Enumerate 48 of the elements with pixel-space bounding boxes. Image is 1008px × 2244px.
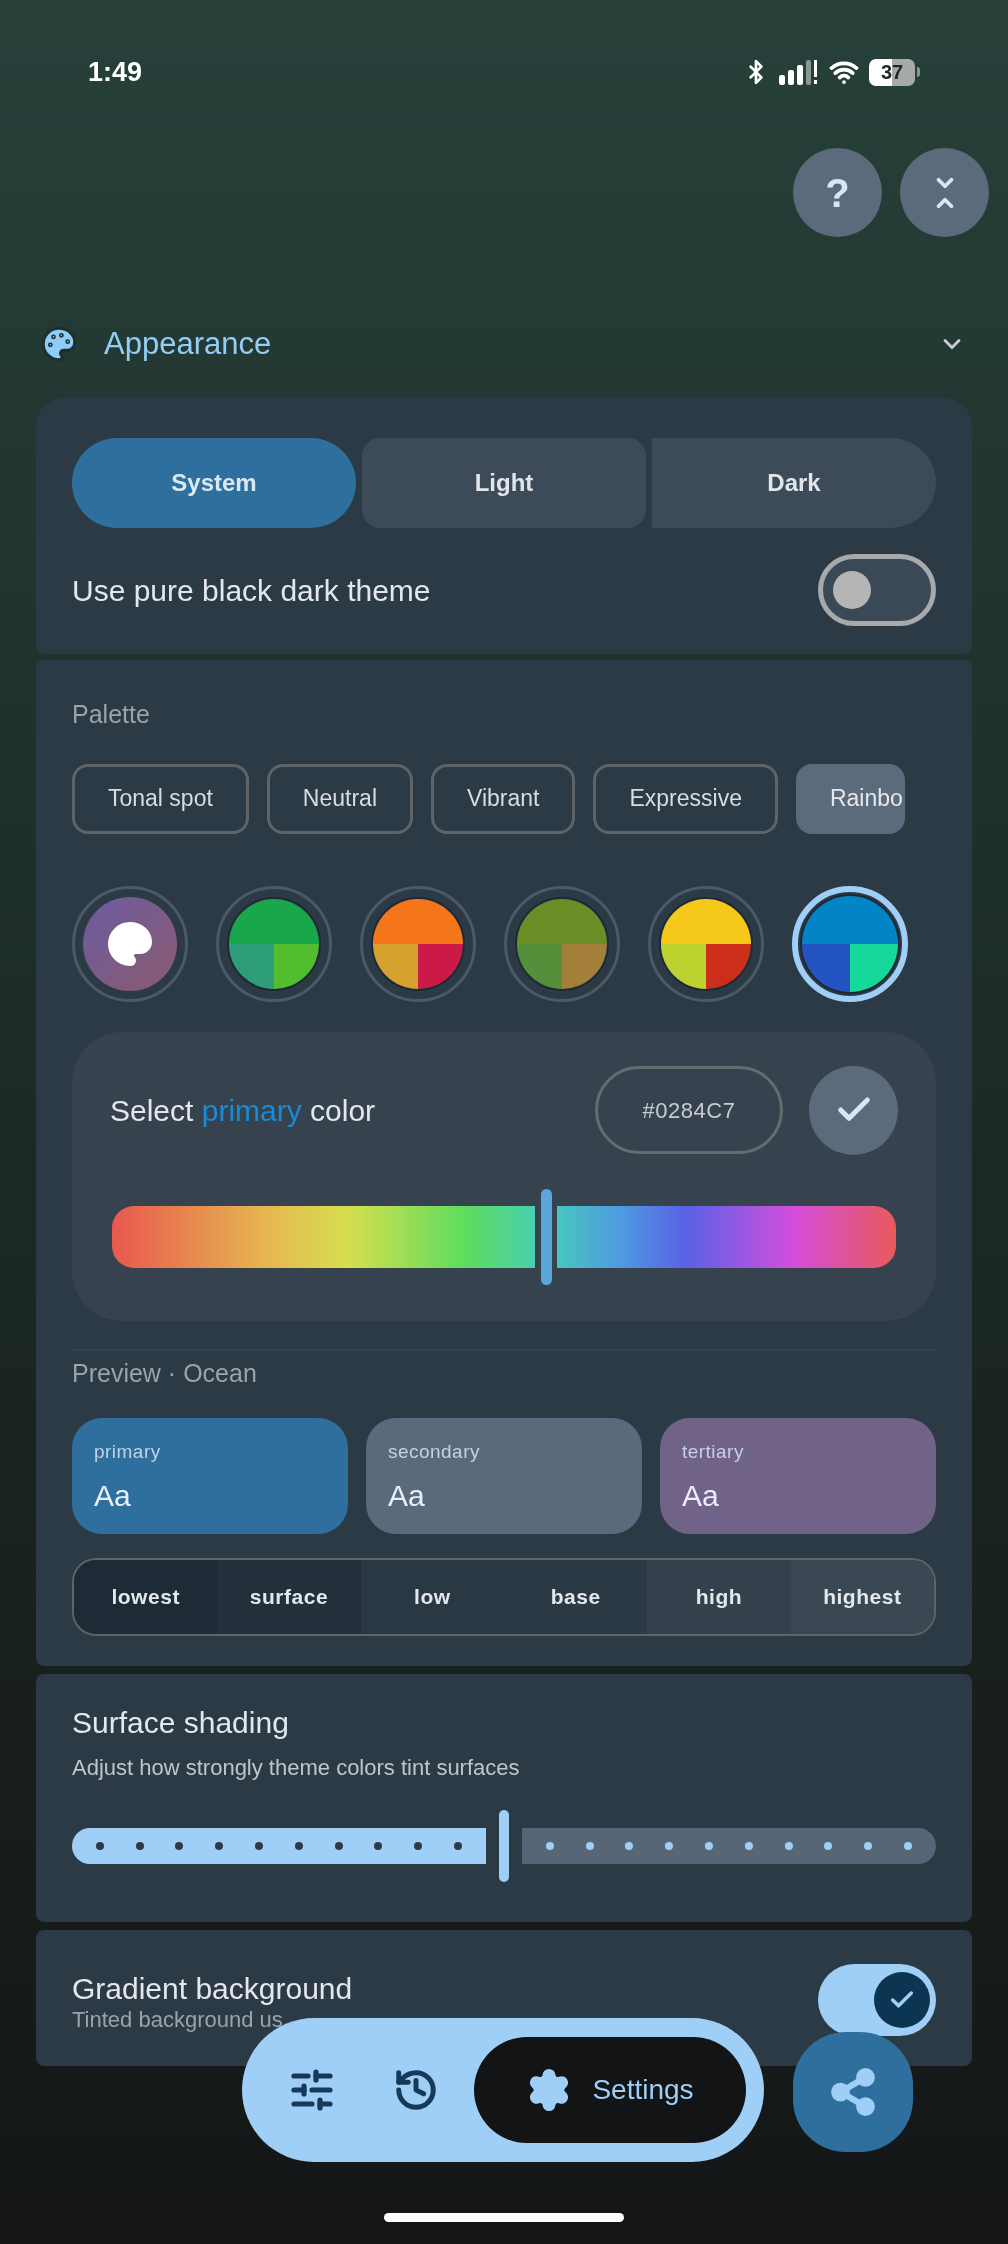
shading-slider[interactable]: [72, 1810, 936, 1882]
preview-role: secondary: [388, 1440, 481, 1464]
theme-mode-button[interactable]: Light: [362, 438, 646, 528]
surface-swatch: lowest: [74, 1560, 218, 1634]
sliders-icon: [288, 2066, 336, 2114]
history-icon: [393, 2067, 439, 2113]
palette-icon: [40, 325, 78, 363]
preview-role: primary: [94, 1440, 162, 1464]
setting-label: Use pure black dark theme: [72, 572, 431, 609]
color-swatch[interactable]: [216, 885, 332, 1002]
preview-sample: Aa: [388, 1477, 426, 1514]
status-time: 1:49: [88, 55, 143, 89]
setting-title: Gradient background: [72, 1971, 354, 2007]
preview-role: tertiary: [682, 1440, 745, 1464]
color-swatch[interactable]: [72, 885, 188, 1002]
theme-mode-button[interactable]: System: [72, 438, 356, 528]
palette-style-chip[interactable]: Neutral: [266, 763, 413, 834]
palette-style-chip[interactable]: Expressive: [593, 763, 778, 834]
hex-field[interactable]: #0284C7: [595, 1066, 783, 1154]
signal-icon: [779, 59, 819, 85]
preview-sample: Aa: [682, 1477, 720, 1514]
share-icon: [828, 2067, 878, 2117]
setting-title: Surface shading: [72, 1705, 290, 1741]
setting-description: Tinted background us: [72, 2008, 284, 2032]
preview-label: Preview · Ocean: [72, 1357, 258, 1389]
section-title: Appearance: [104, 324, 272, 363]
setting-description: Adjust how strongly theme colors tint surfaces: [72, 1754, 521, 1782]
hue-slider[interactable]: [112, 1188, 896, 1285]
color-swatch[interactable]: [360, 885, 476, 1002]
palette-style-chip[interactable]: Rainbo: [795, 763, 905, 834]
theme-mode-button[interactable]: Dark: [652, 438, 936, 528]
slider-thumb[interactable]: [540, 1188, 552, 1285]
surface-swatch: surface: [217, 1560, 361, 1634]
surface-swatch: highest: [790, 1560, 934, 1634]
help-button[interactable]: ?: [793, 148, 882, 237]
palette-style-chip[interactable]: Tonal spot: [72, 763, 249, 834]
slider-thumb[interactable]: [499, 1810, 509, 1882]
palette-icon: [106, 919, 154, 968]
palette-label: Palette: [72, 699, 151, 730]
color-swatch[interactable]: [504, 885, 620, 1002]
surface-swatch: high: [647, 1560, 791, 1634]
palette-style-chip[interactable]: Vibrant: [431, 763, 576, 834]
picker-title: Select primary color: [110, 1092, 376, 1129]
color-swatch[interactable]: [648, 885, 764, 1002]
section-header[interactable]: Appearance: [0, 312, 1008, 376]
battery-indicator: 37: [869, 58, 920, 86]
nav-item[interactable]: Settings: [474, 2037, 746, 2143]
preview-sample: Aa: [94, 1477, 132, 1514]
